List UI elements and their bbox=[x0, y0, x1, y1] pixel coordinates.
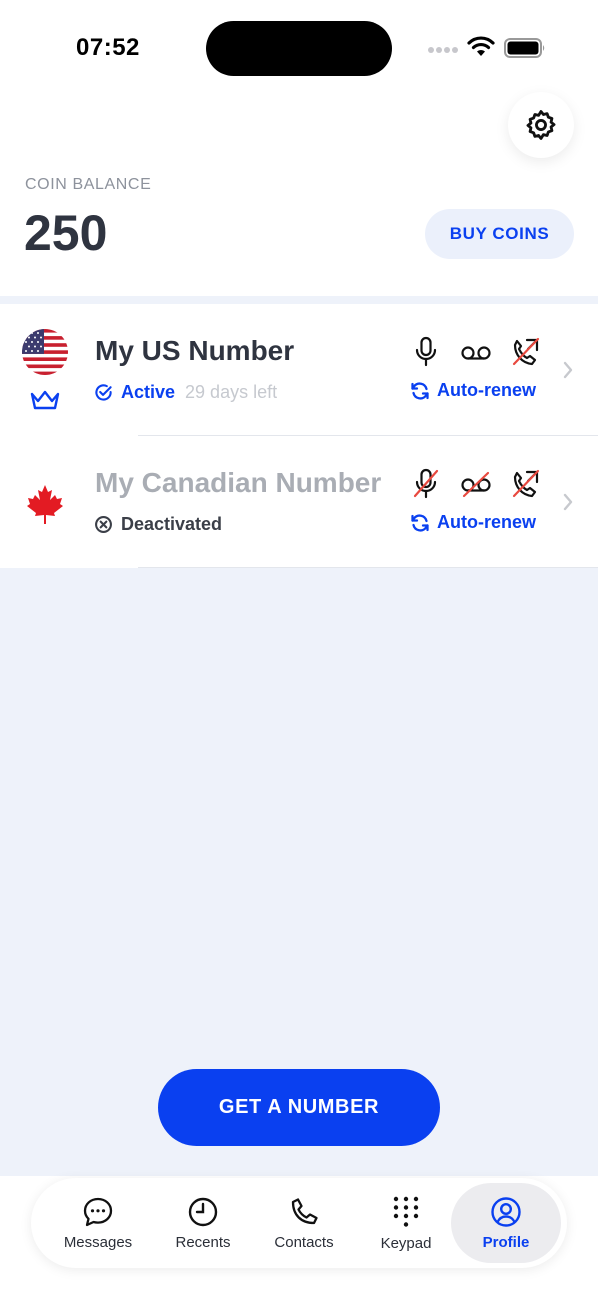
crown-icon bbox=[30, 390, 60, 410]
x-circle-icon bbox=[95, 516, 112, 533]
tab-contacts[interactable]: Contacts bbox=[256, 1178, 352, 1268]
voicemail-icon bbox=[461, 346, 491, 360]
dynamic-island bbox=[206, 21, 392, 76]
chevron-right-icon bbox=[563, 361, 573, 379]
auto-renew[interactable]: Auto-renew bbox=[410, 512, 536, 533]
number-name: My Canadian Number bbox=[95, 467, 382, 498]
auto-renew[interactable]: Auto-renew bbox=[410, 380, 536, 401]
profile-icon bbox=[491, 1196, 521, 1227]
chat-bubble-icon bbox=[83, 1197, 113, 1226]
clock-icon bbox=[188, 1197, 218, 1226]
number-status: Deactivated bbox=[94, 514, 222, 535]
number-name: My US Number bbox=[95, 335, 295, 366]
number-row-us[interactable]: My US Number Active 29 days left Auto-re… bbox=[0, 304, 598, 436]
call-forwarding-disabled-icon bbox=[512, 337, 540, 366]
gear-icon bbox=[526, 110, 556, 140]
tab-label: Recents bbox=[175, 1233, 231, 1251]
coin-balance-value: 250 bbox=[24, 205, 108, 261]
tab-label: Contacts bbox=[274, 1233, 334, 1251]
microphone-disabled-icon bbox=[413, 468, 439, 499]
status-bar: 07:52 bbox=[0, 0, 598, 90]
screen: 07:52 COIN BALANCE 250 BUY COINS My US N… bbox=[0, 0, 598, 1300]
refresh-icon bbox=[411, 513, 429, 532]
auto-renew-label: Auto-renew bbox=[437, 380, 536, 400]
number-status: Active 29 days left bbox=[94, 382, 277, 403]
settings-button[interactable] bbox=[508, 92, 574, 158]
tab-label: Profile bbox=[482, 1233, 530, 1251]
status-text: Active bbox=[121, 382, 176, 402]
microphone-icon bbox=[415, 336, 437, 367]
buy-coins-button[interactable]: BUY COINS bbox=[425, 209, 574, 259]
get-a-number-button[interactable]: GET A NUMBER bbox=[158, 1069, 440, 1146]
wifi-icon bbox=[467, 36, 495, 56]
number-row-canada[interactable]: My Canadian Number Deactivated Auto-rene… bbox=[0, 436, 598, 568]
voicemail-disabled-icon bbox=[461, 471, 491, 498]
chevron-right-icon bbox=[563, 493, 573, 511]
check-circle-icon bbox=[95, 384, 112, 401]
refresh-icon bbox=[411, 381, 429, 400]
tab-messages[interactable]: Messages bbox=[46, 1178, 150, 1268]
battery-icon bbox=[504, 38, 545, 58]
status-text: Deactivated bbox=[121, 514, 223, 534]
tab-label: Keypad bbox=[380, 1234, 432, 1252]
days-left: 29 days left bbox=[185, 382, 278, 402]
tab-label: Messages bbox=[63, 1233, 133, 1251]
balance-header: COIN BALANCE 250 BUY COINS bbox=[0, 90, 598, 296]
tab-recents[interactable]: Recents bbox=[153, 1178, 253, 1268]
us-flag-icon bbox=[22, 329, 68, 375]
keypad-icon bbox=[393, 1196, 419, 1227]
signal-icon bbox=[428, 47, 458, 53]
coin-balance-label: COIN BALANCE bbox=[25, 176, 152, 193]
tab-profile[interactable]: Profile bbox=[451, 1183, 561, 1263]
tab-keypad[interactable]: Keypad bbox=[357, 1178, 455, 1268]
canada-flag-icon bbox=[27, 485, 63, 524]
status-time: 07:52 bbox=[76, 34, 140, 61]
phone-icon bbox=[291, 1197, 318, 1224]
tab-bar: Messages Recents Contacts Keypad Profile bbox=[31, 1178, 567, 1268]
call-forwarding-disabled-icon bbox=[512, 469, 540, 498]
number-list: My US Number Active 29 days left Auto-re… bbox=[0, 304, 598, 568]
auto-renew-label: Auto-renew bbox=[437, 512, 536, 532]
